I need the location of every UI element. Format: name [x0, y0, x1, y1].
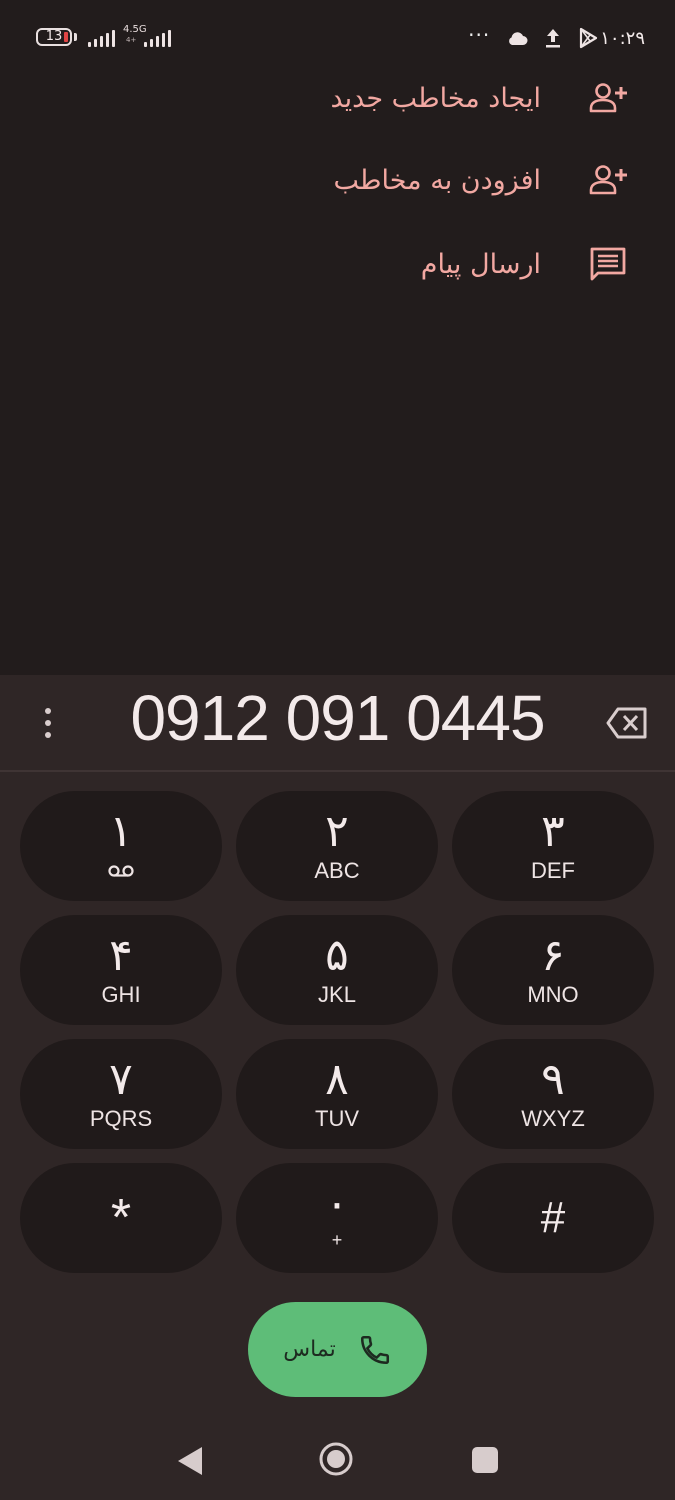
battery-tip [74, 33, 77, 41]
key-9[interactable]: ۹ WXYZ [452, 1039, 654, 1149]
suggestion-add-to-contact[interactable]: افزودن به مخاطب [334, 152, 629, 208]
call-button[interactable]: تماس [248, 1302, 427, 1397]
key-digit: ۱ [109, 806, 133, 857]
key-letters: WXYZ [521, 1106, 585, 1131]
key-1[interactable]: ۱ [20, 791, 222, 901]
key-digit: # [540, 1193, 566, 1242]
key-letters: DEF [531, 858, 575, 883]
key-5[interactable]: ۵ JKL [236, 915, 438, 1025]
key-7[interactable]: ۷ PQRS [20, 1039, 222, 1149]
network-sub: 4+ [126, 36, 137, 44]
cloud-icon [509, 32, 528, 45]
more-options-button[interactable] [30, 703, 66, 743]
suggestion-label: افزودن به مخاطب [333, 164, 541, 196]
home-icon[interactable] [318, 1441, 354, 1477]
key-digit: ۷ [109, 1054, 133, 1105]
suggestion-send-message[interactable]: ارسال پیام [421, 236, 629, 292]
clock: ۱۰:۲۹ [600, 27, 645, 49]
key-hash[interactable]: # [452, 1163, 654, 1273]
recents-icon[interactable] [472, 1447, 498, 1473]
person-add-icon [587, 159, 629, 201]
dialer-panel: 0912 091 0445 ۱ ۲ ABC ۳ DEF ۴ GHI ۵ JKL [0, 675, 675, 1500]
more-vert-icon [45, 708, 51, 714]
battery-icon: 13 [36, 28, 72, 46]
key-digit: ۶ [541, 930, 565, 981]
battery-low-indicator [64, 32, 68, 42]
play-store-icon [580, 27, 598, 49]
key-0[interactable]: ۰ + [236, 1163, 438, 1273]
key-8[interactable]: ۸ TUV [236, 1039, 438, 1149]
navigation-bar [0, 1425, 675, 1500]
status-bar: 13 4.5G 4+ ··· ۱۰:۲۹ [0, 0, 675, 76]
key-digit: ۸ [325, 1054, 349, 1105]
suggestion-label: ایجاد مخاطب جدید [330, 82, 541, 114]
number-row: 0912 091 0445 [0, 675, 675, 772]
key-letters: JKL [318, 982, 356, 1007]
dialed-number[interactable]: 0912 091 0445 [95, 681, 580, 755]
key-digit: ۳ [541, 806, 565, 857]
signal-strength-icon-2 [144, 28, 171, 47]
suggestion-create-contact[interactable]: ایجاد مخاطب جدید [330, 70, 629, 126]
key-letters: + [331, 1230, 343, 1250]
key-3[interactable]: ۳ DEF [452, 791, 654, 901]
backspace-icon[interactable] [605, 705, 649, 741]
key-digit: * [110, 1189, 132, 1247]
key-digit: ۹ [541, 1054, 565, 1105]
key-6[interactable]: ۶ MNO [452, 915, 654, 1025]
key-digit: ۲ [325, 806, 349, 857]
phone-icon [360, 1335, 389, 1364]
key-letters: GHI [101, 982, 141, 1007]
key-letters: PQRS [89, 1106, 153, 1131]
key-letters: ABC [314, 858, 360, 883]
key-digit: ۰ [325, 1178, 349, 1229]
key-digit: ۴ [109, 930, 133, 981]
upload-icon [546, 29, 561, 48]
suggestion-label: ارسال پیام [420, 248, 541, 280]
battery-level: 13 [45, 29, 63, 44]
message-icon [587, 243, 629, 285]
person-add-icon [587, 77, 629, 119]
key-digit: ۵ [325, 930, 349, 981]
back-icon[interactable] [176, 1445, 204, 1477]
signal-strength-icon [88, 28, 115, 47]
key-star[interactable]: * [20, 1163, 222, 1273]
key-2[interactable]: ۲ ABC [236, 791, 438, 901]
status-icons: ··· ۱۰:۲۹ [468, 23, 645, 52]
voicemail-icon [107, 858, 135, 884]
keypad: ۱ ۲ ABC ۳ DEF ۴ GHI ۵ JKL ۶ MNO ۷ PQRS ۸… [20, 791, 655, 1273]
call-label: تماس [283, 1337, 336, 1362]
key-4[interactable]: ۴ GHI [20, 915, 222, 1025]
key-letters: TUV [315, 1106, 359, 1131]
key-letters: MNO [527, 982, 579, 1007]
more-dots-icon: ··· [468, 23, 491, 47]
